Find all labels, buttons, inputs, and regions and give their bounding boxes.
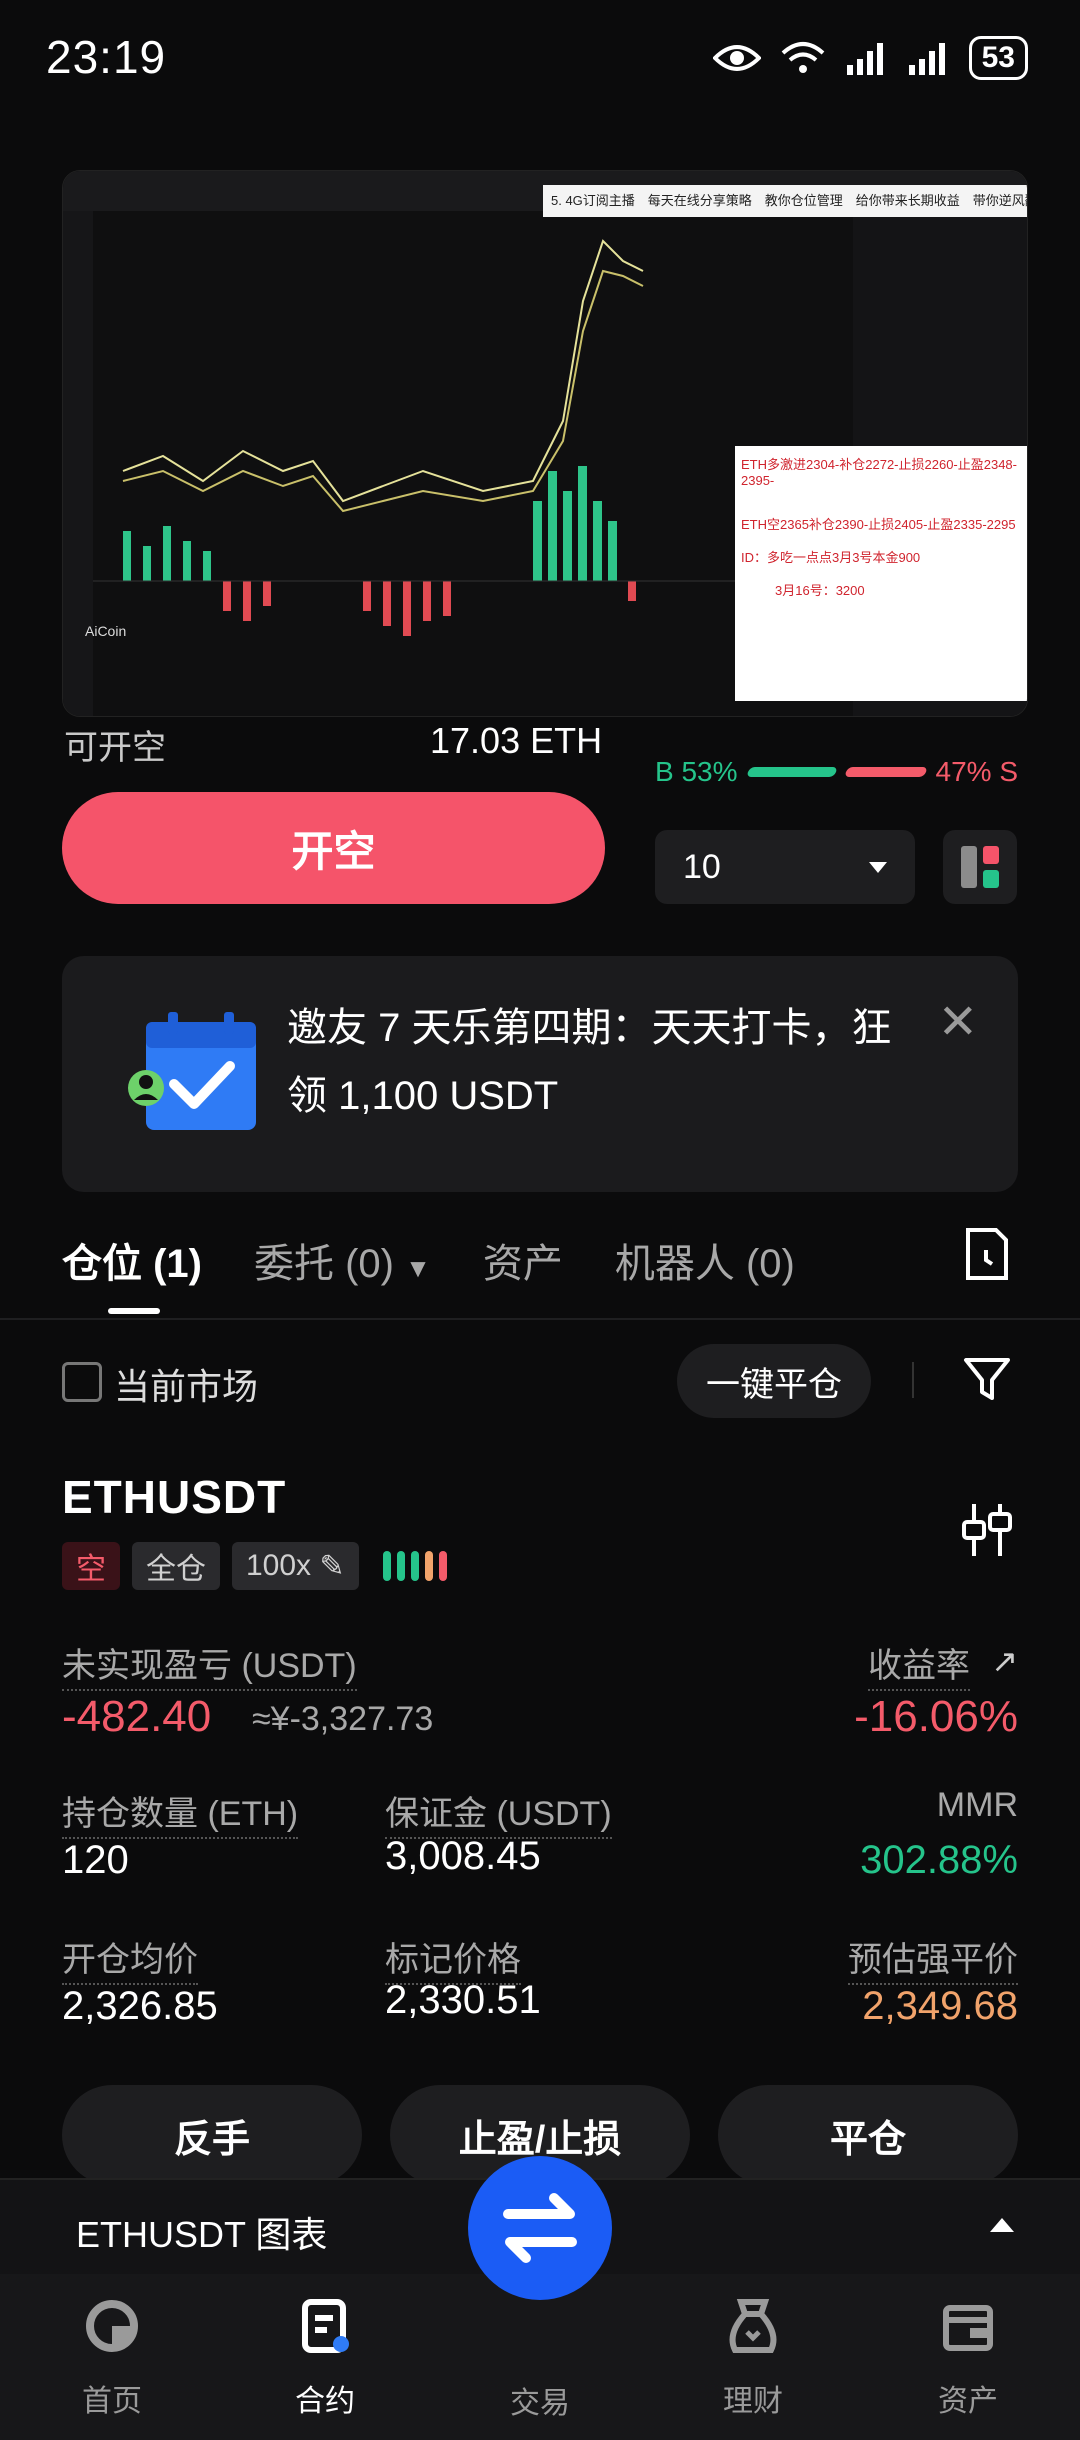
sell-ratio: 47% S: [935, 756, 1019, 787]
pencil-icon: ✎: [319, 1549, 345, 1583]
signal-icon-2: [908, 43, 945, 75]
nav-home[interactable]: 首页: [37, 2294, 187, 2420]
leverage-select[interactable]: 10: [655, 830, 915, 904]
tab-orders-label: 委托 (0): [254, 1242, 394, 1286]
unrealized-pnl-label[interactable]: 未实现盈亏 (USDT): [62, 1638, 357, 1691]
tab-orders[interactable]: 委托 (0) ▼: [254, 1231, 431, 1289]
nav-contract[interactable]: 合约: [250, 2294, 400, 2420]
note-line: ETH空2365补仓2390-止损2405-止盈2335-2295: [741, 517, 1016, 532]
entry-price-label[interactable]: 开仓均价: [62, 1932, 198, 1985]
layout-icon: [961, 846, 999, 888]
note-overlay: ETH多激进2304-补仓2272-止损2260-止盈2348-2395- ET…: [735, 446, 1027, 701]
mark-price-value: 2,330.51: [385, 1978, 541, 2022]
position-symbol: ETHUSDT: [62, 1471, 287, 1523]
battery-indicator: 53: [968, 36, 1028, 80]
chart-section-title: ETHUSDT 图表: [76, 2214, 328, 2255]
liq-price-label[interactable]: 预估强平价: [848, 1932, 1018, 1985]
swap-icon: [503, 2193, 577, 2263]
nav-contract-label: 合约: [295, 2385, 355, 2418]
finance-icon: [729, 2299, 777, 2353]
contract-icon: [302, 2299, 349, 2353]
nav-assets[interactable]: 资产: [893, 2294, 1043, 2420]
chart-logo: AiCoin: [85, 623, 127, 639]
note-line: ID：多吃一点点3月3号本金900: [741, 550, 921, 565]
adjust-icon[interactable]: [960, 1500, 1014, 1560]
status-time: 23:19: [46, 31, 167, 83]
filter-icon[interactable]: [962, 1354, 1012, 1404]
buy-ratio: B 53%: [655, 756, 738, 787]
nav-trade-label: 交易: [510, 2387, 570, 2420]
tab-bots[interactable]: 机器人 (0): [615, 1231, 795, 1289]
history-icon[interactable]: [962, 1226, 1010, 1282]
promo-text: 邀友 7 天乐第四期：天天打卡，狂领 1,100 USDT: [287, 1006, 892, 1118]
caret-down-icon: ▼: [405, 1253, 431, 1283]
filter-row: 当前市场 一键平仓: [62, 1340, 1018, 1420]
current-market-checkbox[interactable]: [62, 1362, 102, 1402]
calendar-check-icon: [128, 1012, 256, 1130]
chevron-down-icon: [869, 861, 887, 873]
roe-value: -16.06%: [854, 1692, 1018, 1741]
close-position-button[interactable]: 平仓: [718, 2085, 1018, 2185]
buy-ratio-bar: [745, 767, 838, 777]
tab-assets[interactable]: 资产: [483, 1231, 563, 1289]
wallet-icon: [943, 2305, 993, 2351]
nav-home-label: 首页: [82, 2385, 142, 2418]
margin-mode-tag[interactable]: 全仓: [132, 1542, 220, 1590]
side-tag: 空: [62, 1542, 120, 1590]
promo-banner[interactable]: 邀友 7 天乐第四期：天天打卡，狂领 1,100 USDT ✕: [62, 956, 1018, 1192]
reverse-button[interactable]: 反手: [62, 2085, 362, 2185]
nav-assets-label: 资产: [938, 2385, 998, 2418]
nav-finance-label: 理财: [723, 2385, 783, 2418]
unrealized-pnl-value: -482.40: [62, 1692, 212, 1741]
expand-up-icon: [990, 2218, 1014, 2232]
trade-button[interactable]: [468, 2156, 612, 2300]
tab-positions[interactable]: 仓位 (1): [62, 1231, 202, 1289]
eye-icon: [712, 45, 761, 71]
mmr-value: 302.88%: [860, 1838, 1018, 1882]
unrealized-pnl-cny: ≈¥-3,327.73: [252, 1700, 434, 1738]
size-value: 120: [62, 1838, 129, 1882]
embedded-video-frame[interactable]: 5. 4G订阅主播 每天在线分享策略 教你仓位管理 给你带来长期收益 带你逆风翻…: [62, 170, 1028, 717]
position-tags: 空 全仓 100x ✎: [62, 1542, 447, 1590]
video-banner: 5. 4G订阅主播 每天在线分享策略 教你仓位管理 给你带来长期收益 带你逆风翻…: [543, 185, 1027, 217]
current-market-label: 当前市场: [114, 1366, 259, 1407]
long-short-ratio: B 53% 47% S: [655, 756, 1018, 788]
wifi-icon: [781, 42, 824, 73]
size-label[interactable]: 持仓数量 (ETH): [62, 1786, 299, 1839]
home-icon: [86, 2300, 138, 2352]
active-tab-indicator: [108, 1308, 160, 1314]
share-icon[interactable]: ↗: [991, 1642, 1018, 1680]
leverage-value: 10: [683, 847, 721, 886]
close-all-button[interactable]: 一键平仓: [677, 1344, 871, 1418]
can-open-label: 可开空: [64, 729, 166, 767]
position-tabs: 仓位 (1) 委托 (0) ▼ 资产 机器人 (0): [62, 1225, 1018, 1295]
nav-finance[interactable]: 理财: [678, 2294, 828, 2420]
risk-level-bars: [382, 1551, 447, 1581]
leverage-tag-label: 100x: [246, 1549, 312, 1582]
liq-price-value: 2,349.68: [862, 1984, 1018, 2028]
note-line: 3月16号：3200: [775, 583, 865, 598]
layout-toggle-button[interactable]: [943, 830, 1017, 904]
margin-label[interactable]: 保证金 (USDT): [385, 1786, 612, 1839]
mmr-label: MMR: [936, 1786, 1018, 1824]
divider: [0, 1318, 1080, 1320]
sell-ratio-bar: [843, 767, 928, 777]
margin-value: 3,008.45: [385, 1834, 541, 1878]
divider: [912, 1362, 914, 1398]
status-icons: 53: [712, 36, 1028, 80]
signal-icon: [846, 43, 883, 75]
nav-trade-label-wrap: 交易: [465, 2378, 615, 2422]
leverage-tag[interactable]: 100x ✎: [232, 1542, 359, 1590]
note-line: ETH多激进2304-补仓2272-止损2260-止盈2348-2395-: [741, 457, 1017, 488]
roe-label[interactable]: 收益率: [868, 1638, 970, 1691]
close-icon[interactable]: ✕: [938, 994, 978, 1050]
entry-price-value: 2,326.85: [62, 1984, 218, 2028]
can-open-value: 17.03 ETH: [430, 720, 603, 761]
open-short-button[interactable]: 开空: [62, 792, 605, 904]
